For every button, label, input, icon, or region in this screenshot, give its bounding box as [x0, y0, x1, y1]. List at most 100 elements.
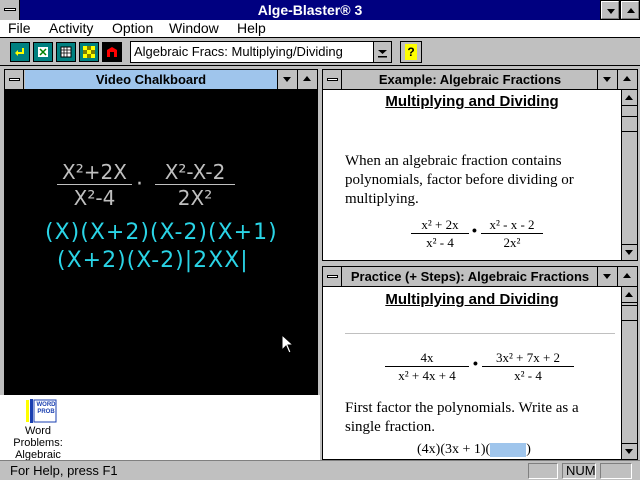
practice-answer-text: (4x)(3x + 1)(	[417, 442, 491, 457]
example-fraction2-denominator: 2x²	[503, 235, 521, 250]
system-menu-icon	[327, 275, 338, 278]
example-fraction2-numerator: x² - x - 2	[481, 217, 543, 234]
minimize-icon	[603, 77, 611, 82]
example-scroll-thumb[interactable]	[622, 116, 637, 132]
status-bar: For Help, press F1 NUM	[0, 460, 640, 480]
system-menu-button[interactable]	[0, 0, 20, 20]
status-indicator-num: NUM	[562, 463, 596, 479]
example-fraction1-denominator: x² - 4	[426, 235, 454, 250]
menu-window[interactable]: Window	[169, 20, 219, 38]
function-icon	[38, 47, 48, 57]
return-arrow-icon	[15, 48, 24, 56]
example-title: Example: Algebraic Fractions	[378, 72, 562, 87]
activity-select-value: Algebraic Fracs: Multiplying/Dividing	[134, 44, 343, 59]
menu-bar: File Activity Option Window Help	[0, 20, 640, 38]
example-scrollbar[interactable]	[621, 90, 637, 260]
status-help-text: For Help, press F1	[10, 463, 118, 478]
example-maximize-button[interactable]	[617, 70, 637, 89]
menu-activity[interactable]: Activity	[49, 20, 93, 38]
example-minimize-button[interactable]	[597, 70, 617, 89]
scroll-up-icon	[625, 292, 633, 297]
example-fraction1-numerator: x² + 2x	[411, 217, 469, 234]
chalk-work-denominator: (X+2)(X-2)|2XX|	[57, 248, 249, 273]
practice-content: Multiplying and Dividing 4x x² + 4x + 4 …	[323, 287, 621, 459]
example-multiply-dot: •	[472, 222, 477, 238]
example-system-menu[interactable]	[323, 70, 342, 89]
practice-title: Practice (+ Steps): Algebraic Fractions	[350, 269, 590, 284]
practice-fraction2-denominator: x² - 4	[514, 368, 542, 383]
return-tool-button[interactable]	[10, 42, 30, 62]
practice-scroll-up[interactable]	[622, 287, 637, 303]
practice-scrollbar[interactable]	[621, 287, 637, 459]
icon-area: WORD PROB Word Problems: Algebraic	[0, 395, 320, 461]
word-problems-logo-text: WORD PROB	[36, 402, 56, 415]
word-problems-icon[interactable]: WORD PROB	[26, 399, 58, 423]
practice-minimize-button[interactable]	[597, 267, 617, 286]
checker-icon	[83, 46, 95, 58]
practice-answer-close: )	[526, 442, 531, 457]
chalk-fraction2-denominator: 2X²	[177, 186, 213, 210]
minimize-icon	[603, 274, 611, 279]
maximize-icon	[623, 76, 631, 81]
chalk-fraction1-numerator: X²+2X	[57, 160, 132, 185]
help-button[interactable]: ?	[400, 41, 422, 63]
help-icon: ?	[405, 44, 417, 60]
system-menu-icon	[4, 8, 16, 11]
maximize-button[interactable]	[620, 0, 640, 20]
chalkboard-area: X²+2X X²-4 · X²-X-2 2X² (X)(X+2)(X-2)(X+…	[5, 90, 317, 394]
maximize-icon	[627, 8, 635, 13]
chalk-fraction2-numerator: X²-X-2	[155, 160, 235, 185]
menu-help[interactable]: Help	[237, 20, 266, 38]
practice-title-bar: Practice (+ Steps): Algebraic Fractions	[323, 267, 637, 287]
minimize-icon	[283, 77, 291, 82]
minimize-icon	[607, 9, 615, 14]
system-menu-icon	[327, 78, 338, 81]
practice-maximize-button[interactable]	[617, 267, 637, 286]
maximize-icon	[623, 273, 631, 278]
example-title-bar: Example: Algebraic Fractions	[323, 70, 637, 90]
chalk-fraction1-denominator: X²-4	[73, 186, 116, 210]
solver-tool-button[interactable]	[33, 42, 53, 62]
practice-window: Practice (+ Steps): Algebraic Fractions …	[322, 266, 638, 460]
practice-answer-line: (4x)(3x + 1)()	[417, 442, 531, 458]
practice-system-menu[interactable]	[323, 267, 342, 286]
example-text: When an algebraic fraction contains poly…	[345, 153, 574, 207]
practice-fraction2-numerator: 3x² + 7x + 2	[482, 350, 574, 367]
practice-divider	[345, 333, 615, 334]
mouse-cursor-icon	[281, 334, 295, 354]
activity-dropdown-button[interactable]	[373, 42, 391, 62]
scroll-down-icon	[625, 449, 633, 454]
toolbar: Algebraic Fracs: Multiplying/Dividing ?	[0, 38, 640, 66]
chalkboard-minimize-button[interactable]	[277, 70, 297, 89]
menu-option[interactable]: Option	[112, 20, 153, 38]
chalkboard-window: Video Chalkboard X²+2X X²-4 · X²-X-2 2X²…	[4, 69, 318, 395]
chalkboard-title: Video Chalkboard	[25, 70, 277, 89]
example-heading: Multiplying and Dividing	[385, 93, 559, 110]
exit-tool-button[interactable]	[102, 42, 122, 62]
chevron-down-icon	[378, 50, 387, 58]
minimize-button[interactable]	[600, 0, 620, 20]
chalkboard-maximize-button[interactable]	[297, 70, 317, 89]
practice-answer-input[interactable]	[490, 442, 527, 457]
exit-door-icon	[107, 47, 117, 57]
word-problems-label: Word Problems: Algebraic	[13, 425, 63, 461]
example-scroll-up[interactable]	[622, 90, 637, 106]
title-bar: Alge-Blaster® 3	[0, 0, 640, 20]
status-indicator-scroll	[600, 463, 632, 479]
practice-scroll-down[interactable]	[622, 443, 637, 459]
pattern-tool-button[interactable]	[79, 42, 99, 62]
menu-file[interactable]: File	[8, 20, 31, 38]
practice-multiply-dot: •	[473, 355, 478, 371]
system-menu-icon	[9, 78, 20, 81]
practice-heading: Multiplying and Dividing	[385, 291, 559, 308]
grid-tool-button[interactable]	[56, 42, 76, 62]
chalkboard-system-menu[interactable]	[5, 70, 24, 89]
example-scroll-down[interactable]	[622, 244, 637, 260]
practice-scroll-thumb[interactable]	[622, 305, 637, 321]
grid-icon	[60, 46, 72, 58]
activity-select[interactable]: Algebraic Fracs: Multiplying/Dividing	[130, 41, 392, 63]
example-content: Multiplying and Dividing When an algebra…	[323, 90, 621, 260]
app-title: Alge-Blaster® 3	[257, 2, 363, 18]
practice-fraction1-numerator: 4x	[385, 350, 469, 367]
chalk-multiply-dot: ·	[136, 172, 143, 197]
